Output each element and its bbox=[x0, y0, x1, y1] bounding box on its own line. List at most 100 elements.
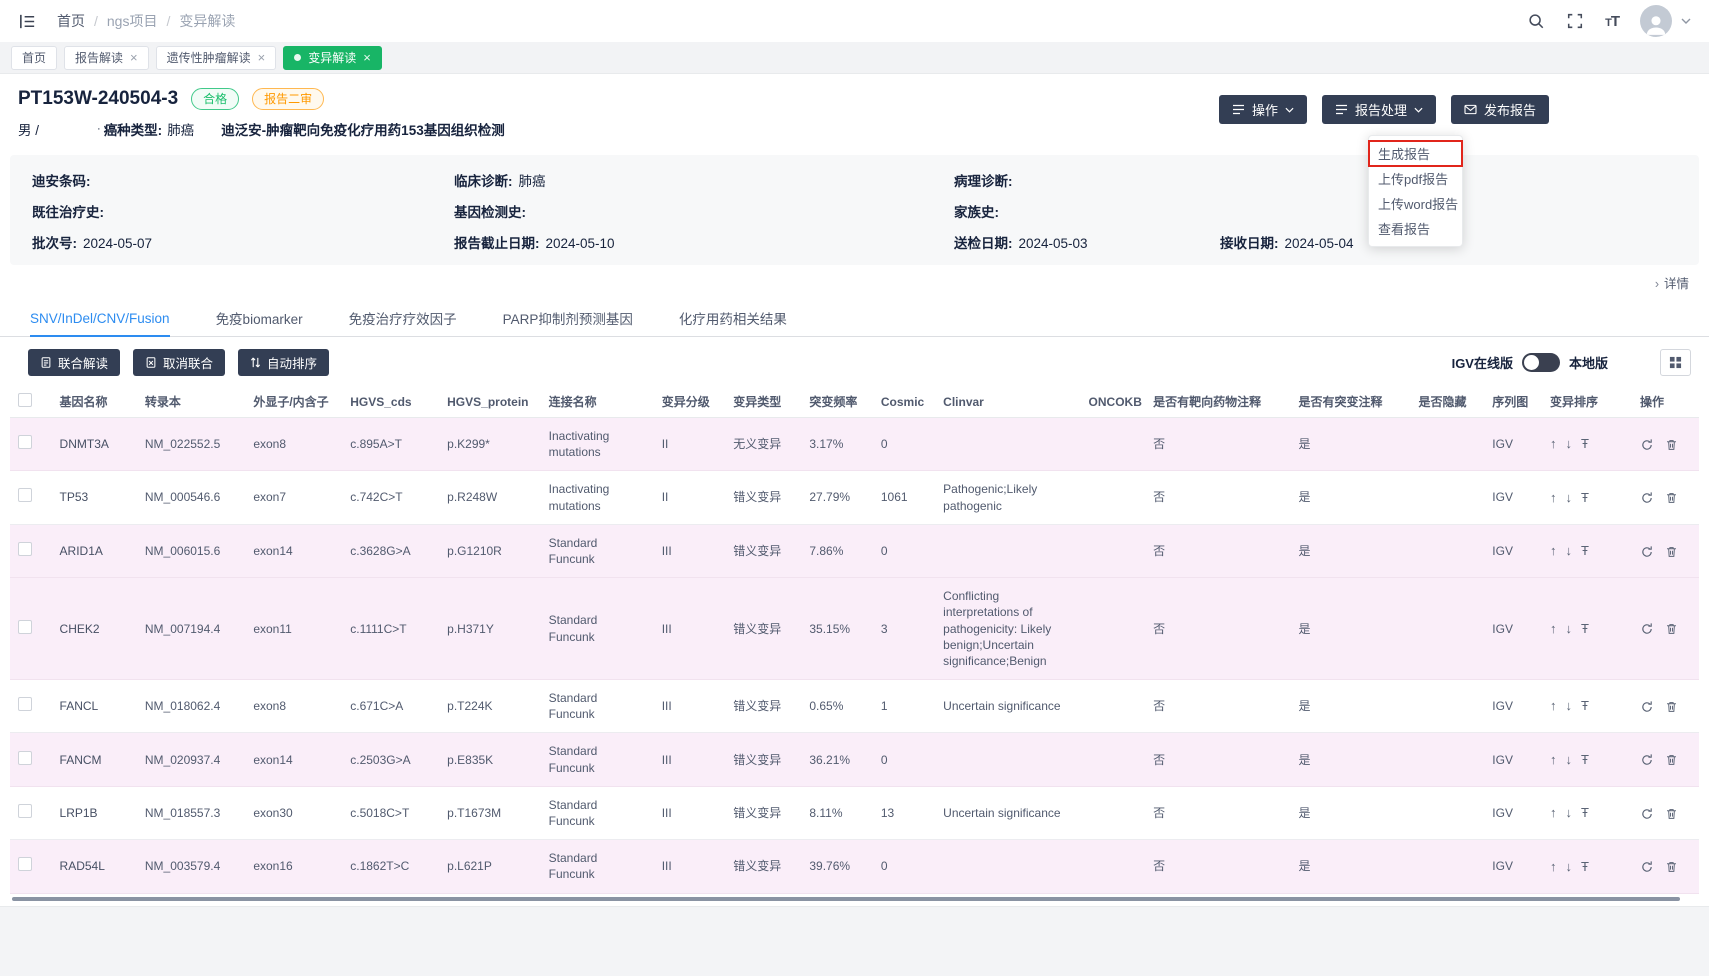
move-down-icon[interactable]: ↓ bbox=[1565, 697, 1572, 715]
row-checkbox[interactable] bbox=[18, 857, 32, 871]
tab-immune-biomarker[interactable]: 免疫biomarker bbox=[216, 300, 303, 336]
tab-immunotherapy-factors[interactable]: 免疫治疗疗效因子 bbox=[349, 300, 457, 336]
move-up-icon[interactable]: ↑ bbox=[1550, 620, 1557, 638]
reset-icon[interactable] bbox=[1640, 491, 1654, 505]
row-checkbox[interactable] bbox=[18, 751, 32, 765]
move-down-icon[interactable]: ↓ bbox=[1565, 804, 1572, 822]
font-size-icon[interactable]: TT bbox=[1605, 13, 1619, 30]
cell-cosmic: 13 bbox=[873, 786, 935, 839]
tab-chemotherapy-results[interactable]: 化疗用药相关结果 bbox=[679, 300, 787, 336]
delete-icon[interactable] bbox=[1665, 622, 1678, 636]
menu-item-view-report[interactable]: 查看报告 bbox=[1369, 216, 1462, 241]
page-tab-report-interpretation[interactable]: 报告解读 × bbox=[64, 46, 149, 70]
breadcrumb: 首页 / ngs项目 / 变异解读 bbox=[57, 11, 235, 31]
col-hidden: 是否隐藏 bbox=[1410, 386, 1484, 418]
move-down-icon[interactable]: ↓ bbox=[1565, 542, 1572, 560]
row-checkbox[interactable] bbox=[18, 620, 32, 634]
move-down-icon[interactable]: ↓ bbox=[1565, 489, 1572, 507]
auto-sort-button[interactable]: 自动排序 bbox=[238, 349, 329, 376]
close-tab-icon[interactable]: × bbox=[258, 51, 266, 64]
menu-item-upload-pdf[interactable]: 上传pdf报告 bbox=[1369, 166, 1462, 191]
fullscreen-icon[interactable] bbox=[1566, 12, 1584, 30]
delete-icon[interactable] bbox=[1665, 753, 1678, 767]
column-settings-button[interactable] bbox=[1660, 349, 1691, 376]
page-tab-variant-interpretation[interactable]: 变异解读 × bbox=[283, 46, 382, 70]
delete-icon[interactable] bbox=[1665, 545, 1678, 559]
report-process-button[interactable]: 报告处理 bbox=[1322, 95, 1436, 124]
move-up-icon[interactable]: ↑ bbox=[1550, 751, 1557, 769]
move-up-icon[interactable]: ↑ bbox=[1550, 858, 1557, 876]
breadcrumb-home[interactable]: 首页 bbox=[57, 11, 85, 31]
breadcrumb-project[interactable]: ngs项目 bbox=[107, 11, 158, 31]
move-up-icon[interactable]: ↑ bbox=[1550, 542, 1557, 560]
info-field-report-deadline: 报告截止日期:2024-05-10 bbox=[454, 232, 954, 252]
move-top-icon[interactable]: Ŧ bbox=[1581, 489, 1589, 507]
menu-item-upload-word[interactable]: 上传word报告 bbox=[1369, 191, 1462, 216]
move-up-icon[interactable]: ↑ bbox=[1550, 804, 1557, 822]
move-down-icon[interactable]: ↓ bbox=[1565, 751, 1572, 769]
cancel-joint-button[interactable]: 取消联合 bbox=[133, 349, 225, 376]
row-checkbox[interactable] bbox=[18, 697, 32, 711]
move-down-icon[interactable]: ↓ bbox=[1565, 620, 1572, 638]
delete-icon[interactable] bbox=[1665, 438, 1678, 452]
reset-icon[interactable] bbox=[1640, 753, 1654, 767]
joint-interpret-button[interactable]: 联合解读 bbox=[28, 349, 120, 376]
reset-icon[interactable] bbox=[1640, 700, 1654, 714]
igv-link[interactable]: IGV bbox=[1492, 544, 1513, 558]
move-down-icon[interactable]: ↓ bbox=[1565, 858, 1572, 876]
igv-link[interactable]: IGV bbox=[1492, 490, 1513, 504]
close-tab-icon[interactable]: × bbox=[363, 51, 371, 64]
menu-item-generate-report[interactable]: 生成报告 bbox=[1369, 141, 1462, 166]
scrollbar-thumb[interactable] bbox=[12, 897, 1680, 901]
cell-transcript: NM_018557.3 bbox=[137, 786, 245, 839]
move-down-icon[interactable]: ↓ bbox=[1565, 435, 1572, 453]
select-all-checkbox[interactable] bbox=[18, 393, 32, 407]
igv-link[interactable]: IGV bbox=[1492, 437, 1513, 451]
reset-icon[interactable] bbox=[1640, 545, 1654, 559]
cell-mutation-annotated: 是 bbox=[1290, 680, 1410, 733]
collapse-menu-icon[interactable] bbox=[18, 12, 37, 31]
row-checkbox[interactable] bbox=[18, 488, 32, 502]
move-top-icon[interactable]: Ŧ bbox=[1581, 751, 1589, 769]
row-checkbox[interactable] bbox=[18, 804, 32, 818]
reset-icon[interactable] bbox=[1640, 860, 1654, 874]
publish-report-button[interactable]: 发布报告 bbox=[1451, 95, 1549, 124]
close-tab-icon[interactable]: × bbox=[130, 51, 138, 64]
reset-icon[interactable] bbox=[1640, 438, 1654, 452]
move-top-icon[interactable]: Ŧ bbox=[1581, 697, 1589, 715]
move-up-icon[interactable]: ↑ bbox=[1550, 697, 1557, 715]
igv-link[interactable]: IGV bbox=[1492, 753, 1513, 767]
avatar-caret-icon[interactable] bbox=[1681, 18, 1691, 24]
reset-icon[interactable] bbox=[1640, 622, 1654, 636]
page-tab-hereditary-tumor[interactable]: 遗传性肿瘤解读 × bbox=[156, 46, 277, 70]
move-top-icon[interactable]: Ŧ bbox=[1581, 435, 1589, 453]
move-top-icon[interactable]: Ŧ bbox=[1581, 804, 1589, 822]
detail-link[interactable]: ›详情 bbox=[1655, 277, 1689, 291]
move-up-icon[interactable]: ↑ bbox=[1550, 435, 1557, 453]
move-top-icon[interactable]: Ŧ bbox=[1581, 542, 1589, 560]
row-checkbox-cell bbox=[10, 786, 52, 839]
tab-parp-inhibitor-genes[interactable]: PARP抑制剂预测基因 bbox=[503, 300, 633, 336]
cell-gene: FANCM bbox=[52, 733, 137, 786]
tab-snv-indel-cnv-fusion[interactable]: SNV/InDel/CNV/Fusion bbox=[30, 300, 170, 336]
move-top-icon[interactable]: Ŧ bbox=[1581, 620, 1589, 638]
cell-seq-view: IGV bbox=[1484, 840, 1542, 893]
search-icon[interactable] bbox=[1527, 12, 1545, 30]
operate-button[interactable]: 操作 bbox=[1219, 95, 1307, 124]
igv-link[interactable]: IGV bbox=[1492, 622, 1513, 636]
page-tab-home[interactable]: 首页 bbox=[11, 46, 57, 70]
avatar[interactable] bbox=[1640, 5, 1672, 37]
igv-link[interactable]: IGV bbox=[1492, 806, 1513, 820]
move-up-icon[interactable]: ↑ bbox=[1550, 489, 1557, 507]
igv-version-toggle[interactable] bbox=[1522, 353, 1560, 372]
delete-icon[interactable] bbox=[1665, 860, 1678, 874]
delete-icon[interactable] bbox=[1665, 491, 1678, 505]
igv-link[interactable]: IGV bbox=[1492, 699, 1513, 713]
row-checkbox[interactable] bbox=[18, 435, 32, 449]
delete-icon[interactable] bbox=[1665, 700, 1678, 714]
chevron-down-icon bbox=[1414, 107, 1423, 113]
igv-link[interactable]: IGV bbox=[1492, 859, 1513, 873]
move-top-icon[interactable]: Ŧ bbox=[1581, 858, 1589, 876]
row-checkbox[interactable] bbox=[18, 542, 32, 556]
row-checkbox-cell bbox=[10, 840, 52, 893]
